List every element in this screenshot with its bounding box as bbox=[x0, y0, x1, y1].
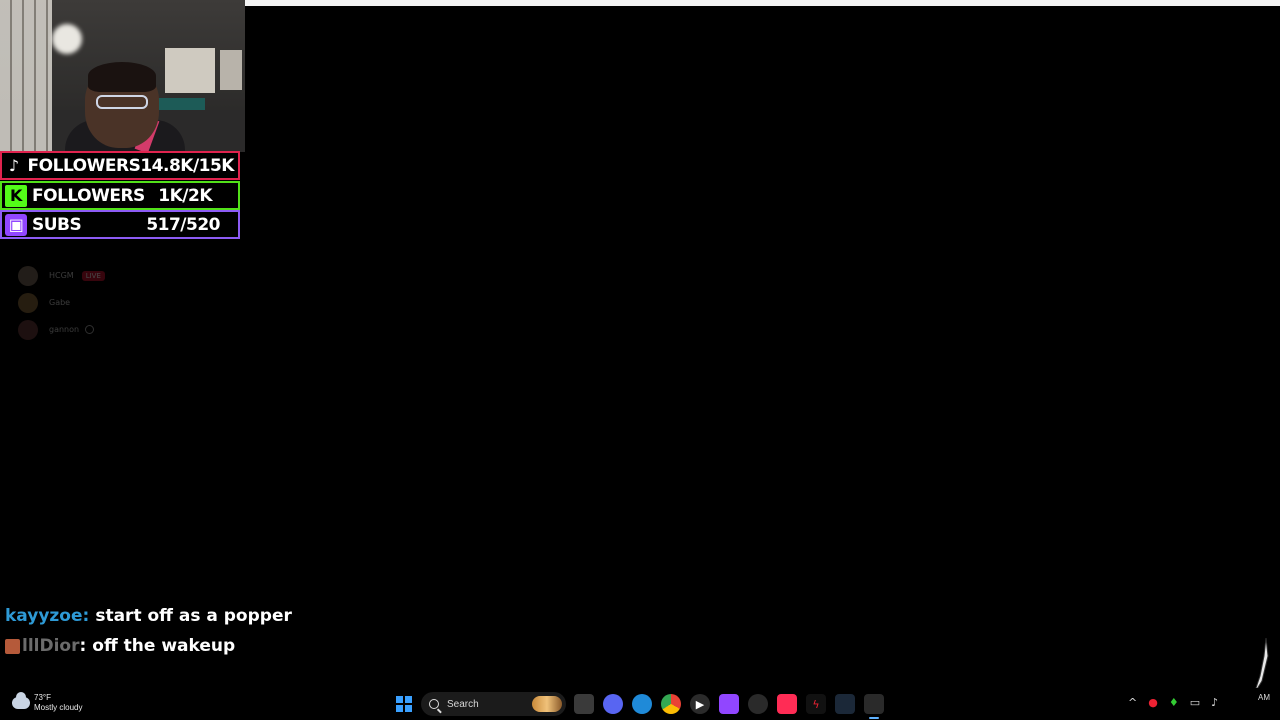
edge-icon[interactable] bbox=[632, 694, 652, 714]
browser-top-strip bbox=[245, 0, 1280, 6]
live-badge: LIVE bbox=[81, 270, 105, 281]
nba2k-icon[interactable] bbox=[864, 694, 884, 719]
chat-overlay: kayyzoe: start off as a popper lllDior: … bbox=[5, 601, 292, 661]
friend-item: HCGM LIVE bbox=[18, 262, 105, 289]
microphone-icon[interactable]: ♦ bbox=[1169, 696, 1179, 709]
twitch-subs-goal: ▣ SUBS 517/520 bbox=[0, 210, 240, 239]
avatar bbox=[18, 265, 38, 286]
friend-item: gannon bbox=[18, 316, 105, 343]
search-icon bbox=[429, 699, 439, 709]
taskbar-search[interactable]: Search bbox=[421, 692, 566, 716]
volume-icon[interactable]: ♪ bbox=[1211, 696, 1218, 709]
chat-message: lllDior: off the wakeup bbox=[5, 631, 292, 661]
system-tray: ^ ● ♦ ▭ ♪ bbox=[1128, 696, 1229, 709]
twitch-app-icon[interactable] bbox=[719, 694, 739, 714]
system-clock[interactable]: AM bbox=[1232, 692, 1270, 703]
friend-name: gannon bbox=[49, 325, 80, 334]
webcam-feed bbox=[0, 0, 245, 152]
chat-text: start off as a popper bbox=[95, 606, 292, 626]
weather-widget[interactable]: 73°F Mostly cloudy bbox=[12, 692, 83, 713]
taskbar-apps: ▶ ϟ bbox=[574, 694, 893, 719]
file-explorer-icon[interactable] bbox=[574, 694, 594, 714]
kick-icon: K bbox=[5, 184, 27, 207]
clock-time: AM bbox=[1258, 693, 1270, 702]
red-app-tray-icon[interactable]: ● bbox=[1148, 696, 1158, 709]
tiktok-followers-goal: ♪ FOLLOWERS 14.8K/15K bbox=[0, 151, 240, 180]
twitch-icon: ▣ bbox=[5, 213, 27, 236]
search-highlight-icon bbox=[532, 696, 562, 712]
kick-followers-goal: K FOLLOWERS 1K/2K bbox=[0, 181, 240, 210]
search-placeholder: Search bbox=[447, 698, 479, 710]
chrome-icon[interactable] bbox=[661, 694, 681, 714]
friend-name: Gabe bbox=[49, 298, 71, 307]
tiktok-app-icon[interactable] bbox=[777, 694, 797, 714]
tiktok-icon: ♪ bbox=[8, 156, 19, 175]
razer-icon[interactable]: ϟ bbox=[806, 694, 826, 714]
goal-value: 517/520 bbox=[146, 214, 220, 235]
avatar bbox=[18, 319, 38, 340]
steam-icon[interactable] bbox=[835, 694, 855, 714]
cloud-icon bbox=[12, 692, 30, 709]
chat-separator: : bbox=[79, 636, 87, 656]
media-player-icon[interactable]: ▶ bbox=[690, 694, 710, 714]
goal-label: FOLLOWERS bbox=[27, 155, 141, 176]
chevron-up-icon[interactable]: ^ bbox=[1128, 696, 1137, 709]
user-badge-icon bbox=[5, 638, 20, 654]
weather-desc: Mostly cloudy bbox=[34, 703, 83, 712]
status-dot-icon bbox=[85, 325, 95, 334]
goal-label: FOLLOWERS bbox=[32, 185, 145, 206]
chat-message: kayyzoe: start off as a popper bbox=[5, 601, 292, 631]
chat-username: lllDior bbox=[22, 636, 80, 656]
discord-icon[interactable] bbox=[603, 694, 623, 714]
chat-username: kayyzoe bbox=[5, 606, 83, 626]
start-button[interactable] bbox=[396, 696, 412, 712]
goal-label: SUBS bbox=[32, 214, 82, 235]
chat-text: off the wakeup bbox=[92, 636, 236, 656]
weather-temp: 73°F bbox=[34, 693, 51, 702]
chat-separator: : bbox=[82, 606, 90, 626]
windows-taskbar: 73°F Mostly cloudy Search ▶ ϟ ^ ● ♦ ▭ ♪ … bbox=[0, 688, 1280, 720]
avatar bbox=[18, 292, 38, 313]
goal-value: 1K/2K bbox=[158, 185, 212, 206]
network-icon[interactable]: ▭ bbox=[1190, 696, 1200, 709]
online-friends-list: HCGM LIVE Gabe gannon bbox=[18, 262, 105, 343]
cursor-icon bbox=[1253, 637, 1269, 695]
friend-name: HCGM bbox=[49, 271, 74, 280]
obs-icon[interactable] bbox=[748, 694, 768, 714]
goal-value: 14.8K/15K bbox=[140, 155, 234, 176]
friend-item: Gabe bbox=[18, 289, 105, 316]
